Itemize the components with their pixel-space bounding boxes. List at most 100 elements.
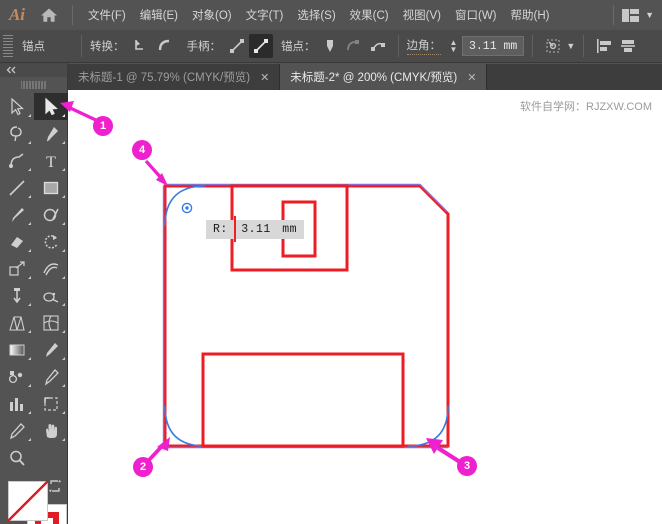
tool-corner-marker bbox=[62, 303, 65, 306]
blend-tool[interactable] bbox=[0, 363, 34, 390]
tool-corner-marker bbox=[62, 384, 65, 387]
tool-corner-marker bbox=[28, 195, 31, 198]
artboard-tool[interactable] bbox=[34, 390, 68, 417]
toolbox-grip[interactable] bbox=[20, 79, 47, 91]
direct-selection-tool[interactable] bbox=[34, 93, 68, 120]
show-handles-icon[interactable] bbox=[225, 34, 249, 58]
tool-corner-marker bbox=[28, 141, 31, 144]
menu-effect[interactable]: 效果(C) bbox=[343, 0, 396, 30]
home-icon[interactable] bbox=[34, 7, 64, 23]
curvature-tool[interactable] bbox=[0, 147, 34, 174]
ai-logo: Ai bbox=[8, 5, 26, 24]
menu-help[interactable]: 帮助(H) bbox=[504, 0, 557, 30]
menubar-divider bbox=[72, 5, 73, 25]
menubar-divider-right bbox=[612, 5, 614, 25]
chevron-down-icon[interactable]: ▼ bbox=[645, 10, 654, 20]
none-slash-icon bbox=[8, 481, 48, 521]
paintbrush-tool[interactable] bbox=[0, 201, 34, 228]
control-bar-grip[interactable] bbox=[3, 35, 13, 57]
scale-tool[interactable] bbox=[0, 255, 34, 282]
tab-title: 未标题-1 @ 75.79% (CMYK/预览) bbox=[78, 72, 251, 84]
tool-empty-slot bbox=[34, 444, 68, 471]
tab-untitled-2[interactable]: 未标题-2* @ 200% (CMYK/预览) ✕ bbox=[280, 64, 488, 90]
tool-corner-marker bbox=[28, 249, 31, 252]
mesh-tool[interactable] bbox=[34, 309, 68, 336]
close-icon[interactable]: ✕ bbox=[467, 71, 476, 84]
tool-grid: T bbox=[0, 93, 68, 471]
corner-stepper[interactable]: ▲ ▼ bbox=[447, 39, 460, 54]
tab-untitled-1[interactable]: 未标题-1 @ 75.79% (CMYK/预览) ✕ bbox=[68, 64, 281, 90]
callout-3-bottom-right-corner: 3 bbox=[457, 456, 477, 476]
isolate-anchor-icon[interactable] bbox=[318, 34, 342, 58]
handles-label: 手柄： bbox=[186, 41, 222, 53]
collapse-panel-icon[interactable] bbox=[0, 63, 67, 77]
toolbox-panel: T bbox=[0, 63, 68, 524]
convert-to-corner-icon[interactable] bbox=[129, 34, 153, 58]
floppy-label-rect bbox=[201, 352, 405, 448]
rotate-tool[interactable] bbox=[34, 228, 68, 255]
tool-corner-marker bbox=[28, 168, 31, 171]
slice-tool[interactable] bbox=[0, 417, 34, 444]
align-left-icon[interactable] bbox=[592, 34, 616, 58]
free-transform-tool[interactable] bbox=[0, 282, 34, 309]
symbol-sprayer-tool[interactable] bbox=[34, 363, 68, 390]
stepper-down-icon[interactable]: ▼ bbox=[450, 46, 458, 54]
menu-select[interactable]: 选择(S) bbox=[290, 0, 342, 30]
close-icon[interactable]: ✕ bbox=[260, 71, 269, 84]
corner-label: 边角： bbox=[406, 37, 441, 55]
zoom-tool[interactable] bbox=[0, 444, 34, 471]
gradient-tool[interactable] bbox=[0, 336, 34, 363]
shape-builder-tool[interactable] bbox=[34, 282, 68, 309]
hand-tool[interactable] bbox=[34, 417, 68, 444]
fill-none-swatch[interactable] bbox=[8, 481, 48, 521]
fill-stroke-swatches bbox=[0, 477, 67, 524]
align-center-icon[interactable] bbox=[616, 34, 640, 58]
transform-panel-icon[interactable] bbox=[541, 34, 565, 58]
tool-corner-marker bbox=[62, 411, 65, 414]
arrange-documents-icon[interactable] bbox=[621, 8, 640, 22]
tool-corner-marker bbox=[28, 276, 31, 279]
line-segment-tool[interactable] bbox=[0, 174, 34, 201]
callout-1-direct-selection-tool: 1 bbox=[93, 116, 113, 136]
transform-chevron-down-icon[interactable]: ▼ bbox=[566, 41, 575, 51]
rectangle-tool[interactable] bbox=[34, 174, 68, 201]
floppy-disk-artwork bbox=[162, 183, 450, 449]
lasso-tool[interactable] bbox=[0, 120, 34, 147]
menu-type[interactable]: 文字(T) bbox=[239, 0, 291, 30]
type-tool[interactable]: T bbox=[34, 147, 68, 174]
tool-corner-marker bbox=[62, 249, 65, 252]
tool-corner-marker bbox=[62, 195, 65, 198]
tool-corner-marker bbox=[28, 222, 31, 225]
tool-corner-marker bbox=[62, 168, 65, 171]
tool-corner-marker bbox=[28, 357, 31, 360]
tool-corner-marker bbox=[62, 141, 65, 144]
control-divider-1 bbox=[81, 35, 82, 57]
control-bar: 锚点 转换： 手柄： 锚点： 边角： ▲ ▼ 3.11 mm ▼ bbox=[0, 30, 662, 63]
menu-view[interactable]: 视图(V) bbox=[396, 0, 448, 30]
pen-tool[interactable] bbox=[34, 120, 68, 147]
perspective-grid-tool[interactable] bbox=[0, 309, 34, 336]
column-graph-tool[interactable] bbox=[0, 390, 34, 417]
eraser-tool[interactable] bbox=[0, 228, 34, 255]
tool-corner-marker bbox=[62, 438, 65, 441]
convert-to-smooth-icon[interactable] bbox=[153, 34, 177, 58]
menu-edit[interactable]: 编辑(E) bbox=[133, 0, 185, 30]
menu-object[interactable]: 对象(O) bbox=[185, 0, 239, 30]
connect-anchors-icon[interactable] bbox=[366, 34, 390, 58]
tool-corner-marker bbox=[28, 114, 31, 117]
menu-window[interactable]: 窗口(W) bbox=[448, 0, 504, 30]
selection-tool[interactable] bbox=[0, 93, 34, 120]
shaper-tool[interactable] bbox=[34, 201, 68, 228]
document-canvas[interactable]: 软件自学网：RJZXW.COM R: 3.11 mm bbox=[68, 90, 662, 524]
corner-radius-input[interactable]: 3.11 mm bbox=[462, 36, 525, 56]
swap-fill-stroke-icon[interactable] bbox=[48, 479, 62, 496]
tool-corner-marker bbox=[28, 384, 31, 387]
callout-4-top-left-corner: 4 bbox=[132, 140, 152, 160]
width-tool[interactable] bbox=[34, 255, 68, 282]
eyedropper-tool[interactable] bbox=[34, 336, 68, 363]
cut-path-icon[interactable] bbox=[342, 34, 366, 58]
hide-handles-icon[interactable] bbox=[249, 34, 273, 58]
menu-file[interactable]: 文件(F) bbox=[81, 0, 133, 30]
menubar-right-group: ▼ bbox=[605, 5, 662, 25]
radius-unit: mm bbox=[282, 223, 298, 236]
